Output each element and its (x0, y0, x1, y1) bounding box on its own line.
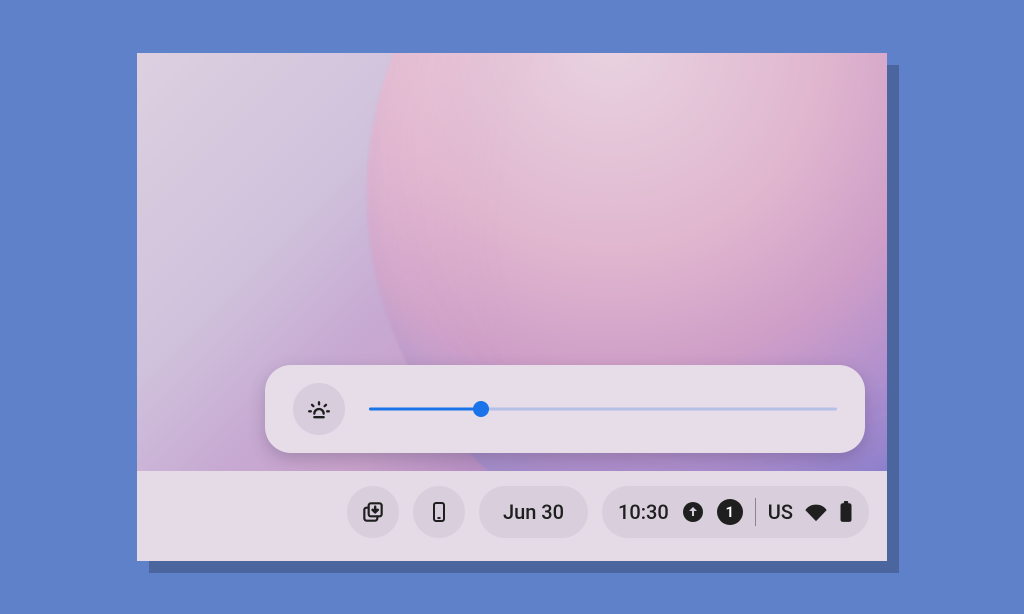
shelf-date: Jun 30 (503, 500, 564, 524)
notification-count-badge: 1 (717, 499, 743, 525)
holding-space-button[interactable] (347, 486, 399, 538)
phone-icon (427, 500, 451, 524)
holding-space-icon (360, 499, 386, 525)
update-available-icon (681, 500, 705, 524)
calendar-button[interactable]: Jun 30 (479, 486, 588, 538)
status-area[interactable]: 10:30 1 US (602, 486, 869, 538)
screenshot-frame: Jun 30 10:30 1 US (137, 53, 887, 561)
keyboard-layout-indicator: US (768, 500, 793, 524)
slider-thumb[interactable] (473, 401, 489, 417)
status-divider (755, 498, 756, 526)
shelf: Jun 30 10:30 1 US (137, 471, 887, 561)
phone-hub-button[interactable] (413, 486, 465, 538)
battery-icon (839, 501, 853, 523)
brightness-popup (265, 365, 865, 453)
notification-count: 1 (726, 503, 735, 521)
wifi-icon (805, 501, 827, 523)
shelf-time: 10:30 (618, 500, 669, 524)
brightness-toggle-button[interactable] (293, 383, 345, 435)
slider-track-active (369, 408, 481, 411)
brightness-slider[interactable] (369, 399, 837, 419)
brightness-icon (305, 395, 333, 423)
